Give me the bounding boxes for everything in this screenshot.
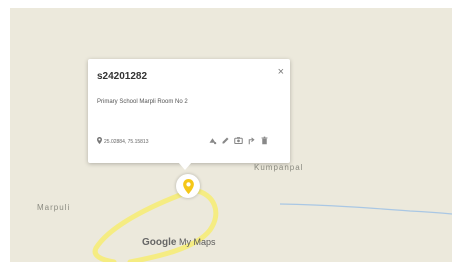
style-icon[interactable] [206,135,219,145]
place-label-kumpanpal: Kumpanpal [254,163,304,172]
directions-icon[interactable] [245,135,258,145]
feature-toolbar [206,135,271,145]
place-label-marpuli: Marpuli [37,203,71,212]
feature-description: Primary School Marpli Room No 2 [97,99,188,105]
camera-icon[interactable] [232,135,245,145]
delete-icon[interactable] [258,135,271,145]
google-wordmark: Google [142,237,177,248]
edit-icon[interactable] [219,135,232,145]
map-marker[interactable] [176,174,200,198]
marker-pin-icon [182,178,194,194]
river-line [279,203,452,215]
coordinates-text: 25.02884, 75.15813 [104,138,149,145]
location-pin-icon [97,137,102,146]
info-window: × s24201282 Primary School Marpli Room N… [88,59,290,163]
close-button[interactable]: × [278,67,284,78]
google-my-maps-logo: Google My Maps [142,237,215,248]
info-window-pointer [178,162,192,170]
coordinates-row: 25.02884, 75.15813 [97,137,149,146]
feature-title: s24201282 [97,71,148,82]
route-path-loop [127,187,219,262]
my-maps-wordmark: My Maps [178,237,216,247]
